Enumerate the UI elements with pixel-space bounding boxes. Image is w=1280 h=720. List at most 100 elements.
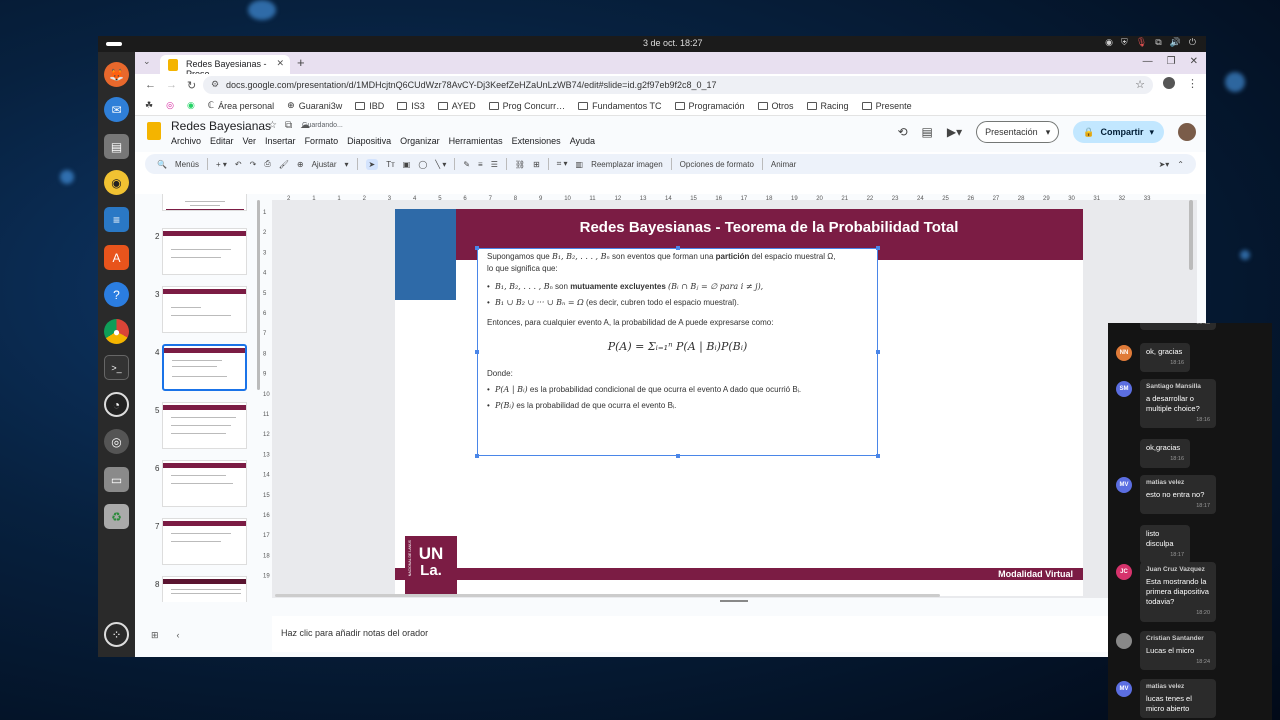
slide-thumbnail[interactable] (162, 518, 247, 565)
slide-thumbnail[interactable] (162, 460, 247, 507)
selected-text-box[interactable]: Supongamos que B₁, B₂, . . . , Bₙ son ev… (475, 246, 880, 458)
pen-icon[interactable]: ✎ (463, 160, 470, 169)
document-title[interactable]: Redes Bayesianas (171, 119, 271, 133)
avatar[interactable] (1178, 123, 1196, 141)
resize-handle[interactable] (876, 454, 880, 458)
rhythmbox-icon[interactable]: ◉ (104, 170, 129, 195)
bookmark-folder-ibd[interactable]: IBD (355, 101, 384, 111)
slide-title[interactable]: Redes Bayesianas - Teorema de la Probabi… (455, 219, 1083, 236)
undo-icon[interactable]: ↶ (235, 160, 242, 169)
profile-icon[interactable] (1163, 77, 1175, 89)
zoom-select[interactable]: Ajustar (312, 160, 337, 169)
paint-format-icon[interactable]: 🖌 (279, 160, 289, 169)
share-button[interactable]: 🔒 Compartir ▾ (1073, 121, 1164, 143)
mask-image-icon[interactable]: ▥ (576, 160, 584, 169)
microphone-icon[interactable]: 🎙 (1136, 37, 1147, 48)
border-weight-icon[interactable]: ≡ (478, 160, 483, 169)
canvas-horizontal-scrollbar[interactable] (275, 594, 940, 597)
comment-add-icon[interactable]: ⊞ (533, 160, 540, 169)
tab-search-icon[interactable]: ⌄ (143, 56, 151, 67)
bookmark-folder-programacion[interactable]: Programación (674, 101, 745, 111)
slide-thumbnail[interactable] (162, 402, 247, 449)
history-icon[interactable]: ⟲ (897, 125, 907, 139)
slide-thumbnail-row[interactable]: 7 (155, 518, 255, 568)
slide-thumbnail-row[interactable]: 5 (155, 402, 255, 452)
resize-handle[interactable] (475, 246, 479, 250)
bookmark-folder-racing[interactable]: Racing (806, 101, 849, 111)
menus-search[interactable]: Menús (175, 160, 199, 169)
comments-icon[interactable]: ▤ (922, 125, 933, 139)
system-tray[interactable]: ◉ ⛨ 🎙 ⧉ 🔊 ⏻ (1105, 37, 1196, 48)
slide-thumbnail-selected[interactable] (162, 344, 247, 391)
bookmark-guarani[interactable]: ⊕ Guarani3w (287, 100, 342, 111)
terminal-icon[interactable]: >_ (104, 355, 129, 380)
chevron-down-icon[interactable]: ▾ (1149, 127, 1154, 138)
chevron-down-icon[interactable]: ▾ (344, 160, 348, 169)
chevron-up-icon[interactable]: ⌃ (1177, 160, 1184, 169)
new-tab-button[interactable]: + (297, 55, 305, 70)
menu-diapositiva[interactable]: Diapositiva (347, 136, 391, 146)
resize-handle[interactable] (676, 246, 680, 250)
format-options-button[interactable]: Opciones de formato (680, 160, 754, 169)
bookmark-folder-prog-concurr[interactable]: Prog Concurr… (488, 101, 565, 111)
bookmark-folder-otros[interactable]: Otros (757, 101, 794, 111)
zoom-icon[interactable]: ⊕ (297, 160, 304, 169)
pointer-mode-icon[interactable]: ➤▾ (1159, 160, 1170, 169)
slide-thumbnail[interactable] (162, 576, 247, 602)
close-tab-icon[interactable]: ✕ (276, 58, 284, 69)
bookmark-folder-presente[interactable]: Presente (861, 101, 912, 111)
help-icon[interactable]: ? (104, 282, 129, 307)
speaker-notes[interactable]: Haz clic para añadir notas del orador (272, 616, 1197, 652)
bookmark-area-personal[interactable]: ℂ Área personal (208, 100, 274, 111)
resize-handle[interactable] (676, 454, 680, 458)
firefox-icon[interactable]: 🦊 (104, 62, 129, 87)
search-icon[interactable]: 🔍 (157, 160, 167, 169)
app-center-icon[interactable]: A (104, 245, 129, 270)
writer-icon[interactable]: ≡ (104, 207, 129, 232)
filmstrip-scrollbar[interactable] (257, 200, 260, 390)
browser-menu-icon[interactable]: ⋮ (1187, 77, 1198, 90)
resize-handle[interactable] (475, 350, 479, 354)
network-icon[interactable]: ⧉ (1155, 37, 1161, 48)
back-icon[interactable]: ← (145, 79, 156, 91)
shield-icon[interactable]: ⛨ (1121, 37, 1128, 48)
menu-formato[interactable]: Formato (305, 136, 339, 146)
star-icon[interactable]: ☆ (268, 120, 277, 131)
menu-ayuda[interactable]: Ayuda (570, 136, 595, 146)
slide-thumbnail[interactable] (162, 194, 247, 211)
shape-icon[interactable]: ◯ (418, 160, 427, 169)
site-info-icon[interactable]: ⚙ (211, 79, 219, 90)
menu-archivo[interactable]: Archivo (171, 136, 201, 146)
menu-extensiones[interactable]: Extensiones (512, 136, 561, 146)
tab-redes-bayesianas[interactable]: Redes Bayesianas - Prese ✕ (160, 55, 290, 79)
drive-icon[interactable]: ▭ (104, 467, 129, 492)
power-icon[interactable]: ⏻ (1189, 37, 1196, 48)
text-box-icon[interactable]: Tт (386, 160, 395, 169)
forward-icon[interactable]: → (166, 79, 177, 91)
minimize-icon[interactable]: — (1143, 56, 1153, 67)
system-clock[interactable]: 3 de oct. 18:27 (643, 38, 703, 48)
canvas-scrollbar[interactable] (1189, 200, 1193, 270)
trash-icon[interactable]: ♻ (104, 504, 129, 529)
notes-resize-handle[interactable] (720, 600, 748, 602)
present-button[interactable]: Presentación ▾ (976, 121, 1060, 143)
maximize-icon[interactable]: ❐ (1167, 56, 1176, 67)
bookmark-folder-ayed[interactable]: AYED (437, 101, 476, 111)
menu-herramientas[interactable]: Herramientas (449, 136, 503, 146)
obs-icon[interactable]: ◔ (104, 392, 129, 417)
collapse-filmstrip-icon[interactable]: ‹ (177, 630, 180, 641)
replace-image-button[interactable]: Reemplazar imagen (591, 160, 663, 169)
new-slide-icon[interactable]: + ▾ (216, 160, 227, 169)
slide-thumbnail-row[interactable]: 4 (155, 344, 255, 394)
slide-thumbnail-row[interactable] (155, 194, 255, 214)
link-icon[interactable]: ⛓ (515, 160, 525, 169)
bookmark-folder-fundamentos[interactable]: Fundamentos TC (578, 101, 662, 111)
files-icon[interactable]: ▤ (104, 134, 129, 159)
thunderbird-icon[interactable]: ✉ (104, 97, 129, 122)
show-apps-icon[interactable]: ⁘ (104, 622, 129, 647)
resize-handle[interactable] (876, 350, 880, 354)
animate-button[interactable]: Animar (771, 160, 796, 169)
slide-thumbnail-row[interactable]: 8 (155, 576, 255, 602)
close-window-icon[interactable]: ✕ (1190, 56, 1198, 67)
url-bar[interactable]: ⚙ docs.google.com/presentation/d/1MDHcjt… (203, 76, 1153, 94)
